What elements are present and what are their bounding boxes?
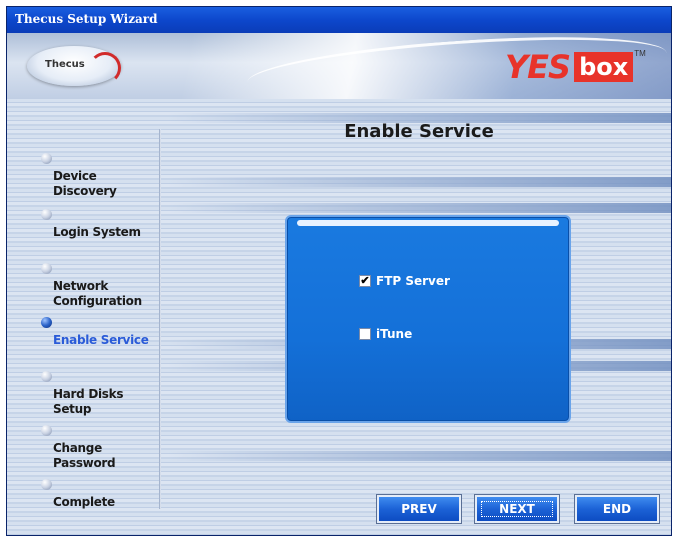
step-bullet-icon bbox=[41, 371, 52, 382]
itune-checkbox[interactable] bbox=[359, 328, 371, 340]
yes-logo-text: YES bbox=[505, 48, 571, 86]
background-streak bbox=[167, 203, 671, 213]
next-button[interactable]: NEXT bbox=[474, 494, 560, 524]
end-button[interactable]: END bbox=[574, 494, 660, 524]
step-label: Complete bbox=[53, 495, 115, 509]
panel-gloss bbox=[297, 220, 559, 226]
step-bullet-icon bbox=[41, 209, 52, 220]
thecus-swirl-icon bbox=[89, 52, 121, 84]
ftp-server-checkbox[interactable]: ✔ bbox=[359, 275, 371, 287]
prev-button[interactable]: PREV bbox=[376, 494, 462, 524]
itune-option[interactable]: iTune bbox=[359, 327, 412, 341]
page-title: Enable Service bbox=[344, 121, 494, 142]
yesbox-logo: YES box TM bbox=[505, 48, 646, 86]
background-streak bbox=[167, 177, 671, 187]
wizard-steps-sidebar: Device Discovery Login System Network Co… bbox=[7, 99, 159, 535]
title-bar[interactable]: Thecus Setup Wizard bbox=[7, 7, 671, 33]
wizard-content: Device Discovery Login System Network Co… bbox=[7, 99, 671, 535]
window-title: Thecus Setup Wizard bbox=[15, 12, 158, 26]
thecus-logo: Thecus bbox=[27, 46, 121, 86]
step-label: Device Discovery bbox=[53, 169, 117, 198]
itune-label[interactable]: iTune bbox=[376, 327, 412, 341]
step-label: Enable Service bbox=[53, 333, 149, 347]
step-label: Network Configuration bbox=[53, 279, 142, 308]
banner: Thecus YES box TM bbox=[7, 33, 671, 99]
step-label: Login System bbox=[53, 225, 141, 239]
background-streak bbox=[167, 451, 671, 461]
step-bullet-icon bbox=[41, 153, 52, 164]
step-bullet-icon bbox=[41, 479, 52, 490]
thecus-logo-text: Thecus bbox=[45, 59, 85, 70]
step-label: Hard Disks Setup bbox=[53, 387, 124, 416]
step-label: Change Password bbox=[53, 441, 116, 470]
setup-wizard-window: Thecus Setup Wizard Thecus YES box TM De… bbox=[6, 6, 672, 536]
step-bullet-active-icon bbox=[41, 317, 52, 328]
step-bullet-icon bbox=[41, 263, 52, 274]
ftp-server-option[interactable]: ✔ FTP Server bbox=[359, 274, 450, 288]
service-options-panel: ✔ FTP Server iTune bbox=[285, 215, 571, 423]
box-logo-text: box bbox=[574, 52, 634, 82]
step-bullet-icon bbox=[41, 425, 52, 436]
trademark-mark: TM bbox=[634, 49, 646, 58]
sidebar-divider bbox=[159, 129, 161, 509]
ftp-server-label[interactable]: FTP Server bbox=[376, 274, 450, 288]
